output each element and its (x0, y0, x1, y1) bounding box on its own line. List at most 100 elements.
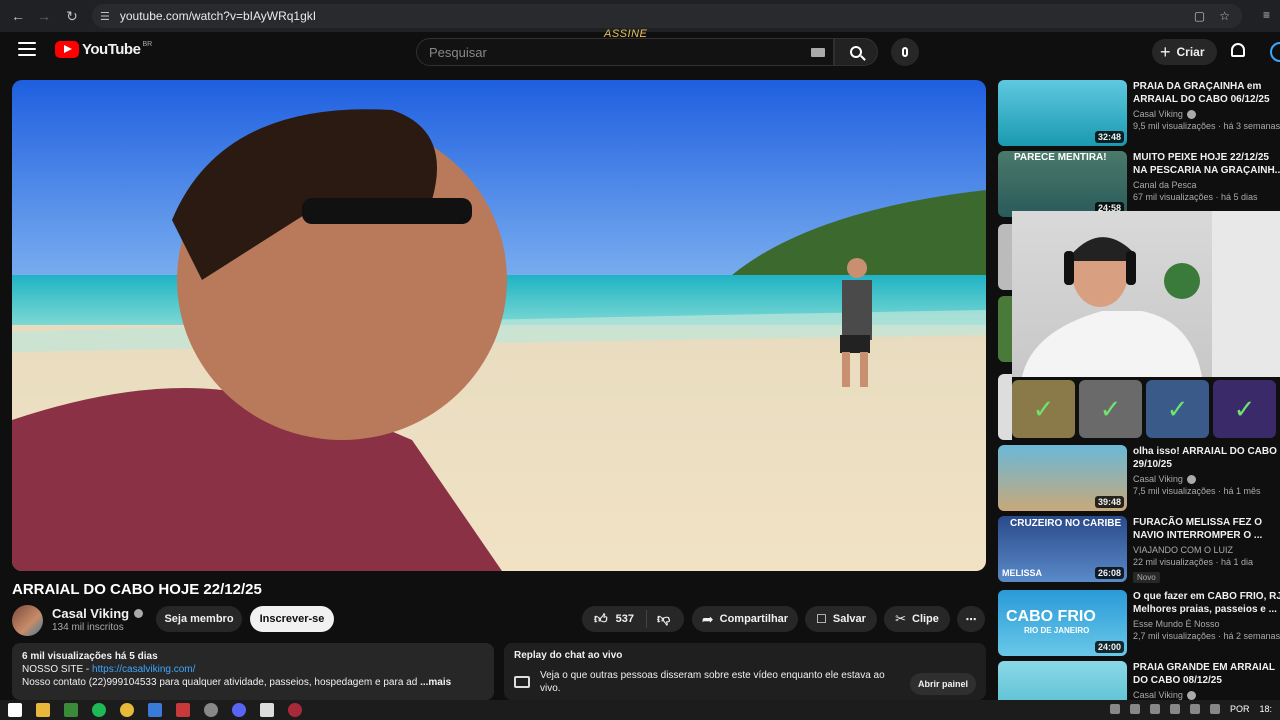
install-app-icon[interactable]: ▢ (1194, 9, 1205, 23)
open-panel-label: Abrir painel (917, 679, 968, 689)
file-explorer-icon[interactable] (36, 703, 50, 717)
checkmark-icon: ✓ (1233, 393, 1256, 424)
subscriber-count: 134 mil inscritos (52, 622, 124, 633)
youtube-logo[interactable]: YouTube BR (55, 41, 152, 58)
account-avatar[interactable] (1270, 42, 1280, 62)
volume-icon[interactable] (1209, 704, 1220, 714)
badge-tile: ✓ (1213, 380, 1276, 438)
notifications-bell-icon[interactable] (1231, 43, 1245, 57)
extensions-icon[interactable]: ≡ (1263, 8, 1270, 22)
reload-icon[interactable]: ↻ (58, 2, 86, 30)
app-icon[interactable] (288, 703, 302, 717)
voice-search-button[interactable] (891, 38, 919, 66)
recommendation-views: 7,5 mil visualizações · há 1 mês (1133, 486, 1261, 496)
checkmark-icon: ✓ (1032, 393, 1055, 424)
webcam-overlay (1012, 211, 1280, 377)
windows-start-icon[interactable] (8, 703, 22, 717)
recommendation-title: ARRAIAL DO CABO 06/12/25 (1133, 94, 1270, 105)
channel-name-text: Casal Viking (1133, 109, 1183, 119)
forward-icon[interactable]: → (30, 2, 58, 30)
channel-name-text: Canal da Pesca (1133, 180, 1197, 190)
dislike-button[interactable]: 👎︎ (647, 611, 670, 627)
recommendation-item[interactable]: CABO FRIO RIO DE JANEIRO 24:00 O que faz… (998, 590, 1280, 656)
duration-badge: 32:48 (1094, 131, 1124, 143)
recommendation-title: DO CABO 08/12/25 (1133, 675, 1222, 686)
clip-button[interactable]: ✂ Clipe (884, 606, 950, 632)
new-badge: Novo (1133, 572, 1160, 583)
search-box[interactable] (416, 38, 834, 66)
recommendation-title: olha isso! ARRAIAL DO CABO (1133, 446, 1277, 457)
chat-icon (514, 676, 530, 688)
discord-icon[interactable] (232, 703, 246, 717)
verified-icon (1186, 109, 1196, 119)
back-icon[interactable]: ← (4, 2, 32, 30)
video-player[interactable] (12, 80, 986, 571)
app-icon[interactable] (260, 703, 274, 717)
search-input[interactable] (429, 44, 799, 60)
recommendation-item[interactable]: 32:48 PRAIA DA GRAÇAINHA em ARRAIAL DO C… (998, 80, 1280, 146)
channel-name-text: Esse Mundo É Nosso (1133, 619, 1220, 629)
like-dislike-group: 👍︎ 537 👎︎ (582, 606, 684, 632)
recommendation-title: PRAIA GRANDE EM ARRAIAL (1133, 662, 1276, 673)
recommendation-views: 22 mil visualizações · há 1 dia (1133, 557, 1254, 567)
open-panel-button[interactable]: Abrir painel (909, 673, 976, 695)
create-button[interactable]: + Criar (1152, 39, 1217, 65)
recommendation-item[interactable]: PRAIA GRANDE EM ARRAIAL DO CABO 08/12/25… (998, 661, 1280, 700)
recommendation-item[interactable]: 39:48 olha isso! ARRAIAL DO CABO 29/10/2… (998, 445, 1280, 511)
chat-replay-title: Replay do chat ao vivo (514, 650, 623, 661)
chrome-icon[interactable] (120, 703, 134, 717)
channel-name[interactable]: Casal Viking (52, 606, 144, 621)
video-thumbnail: 32:48 (998, 80, 1127, 146)
language-indicator[interactable]: POR (1230, 704, 1250, 714)
covered-thumbnail[interactable] (998, 296, 1012, 362)
recommendation-item[interactable]: CRUZEIRO NO CARIBE MELISSA 26:08 FURACÃO… (998, 516, 1280, 583)
more-actions-button[interactable]: ⋯ (957, 606, 985, 632)
like-button[interactable]: 👍︎ 537 (582, 611, 646, 627)
address-bar[interactable]: ☰ youtube.com/watch?v=bIAyWRq1gkI ▢ ☆ (92, 4, 1242, 28)
search-button[interactable] (834, 38, 878, 66)
channel-avatar[interactable] (12, 605, 43, 636)
site-settings-icon[interactable]: ☰ (100, 10, 110, 23)
tray-icon[interactable] (1169, 704, 1180, 714)
tray-icon[interactable] (1149, 704, 1160, 714)
tray-icon[interactable] (1129, 704, 1140, 714)
share-button[interactable]: ➦ Compartilhar (692, 606, 798, 632)
join-label: Seja membro (164, 613, 234, 625)
clock[interactable]: 18: (1259, 704, 1272, 714)
app-icon[interactable] (176, 703, 190, 717)
thumbnail-text: PARECE MENTIRA! (1014, 152, 1107, 163)
channel-name-text: Casal Viking (52, 606, 130, 621)
duration-badge: 26:08 (1094, 567, 1124, 579)
recommendation-title: MUITO PEIXE HOJE 22/12/25 (1133, 152, 1269, 163)
join-button[interactable]: Seja membro (156, 606, 242, 632)
create-label: Criar (1176, 45, 1205, 59)
webcam-frame (1022, 211, 1280, 377)
site-link[interactable]: https://casalviking.com/ (92, 664, 195, 675)
bookmark-star-icon[interactable]: ☆ (1219, 9, 1230, 23)
site-prefix: NOSSO SITE - (22, 664, 93, 675)
app-icon[interactable] (204, 703, 218, 717)
app-icon[interactable] (64, 703, 78, 717)
recommendation-title: O que fazer em CABO FRIO, RJ (1133, 591, 1280, 602)
menu-icon[interactable] (18, 42, 36, 56)
app-icon[interactable] (148, 703, 162, 717)
thumbnail-text: CRUZEIRO NO CARIBE (1010, 518, 1122, 529)
youtube-play-icon (55, 41, 79, 58)
bookmark-icon: ☐ (816, 612, 827, 626)
recommendation-views: 2,7 mil visualizações · há 2 semanas (1133, 631, 1280, 641)
subscribe-button[interactable]: Inscrever-se (250, 606, 334, 632)
covered-thumbnail[interactable] (998, 224, 1012, 290)
description-box[interactable]: 6 mil visualizações há 5 dias NOSSO SITE… (12, 643, 494, 700)
recommendation-channel: Canal da Pesca (1133, 180, 1280, 190)
save-button[interactable]: ☐ Salvar (805, 606, 877, 632)
channel-name-text: Casal Viking (1133, 690, 1183, 700)
show-more-link[interactable]: ...mais (420, 677, 451, 688)
recommendation-item[interactable]: PARECE MENTIRA! 24:58 MUITO PEIXE HOJE 2… (998, 151, 1280, 217)
wifi-icon[interactable] (1189, 704, 1200, 714)
spotify-icon[interactable] (92, 703, 106, 717)
keyboard-icon[interactable] (811, 48, 825, 57)
like-count: 537 (615, 613, 634, 625)
tray-icon[interactable] (1109, 704, 1120, 714)
covered-thumbnail[interactable] (998, 374, 1012, 440)
video-thumbnail: CRUZEIRO NO CARIBE MELISSA 26:08 (998, 516, 1127, 582)
